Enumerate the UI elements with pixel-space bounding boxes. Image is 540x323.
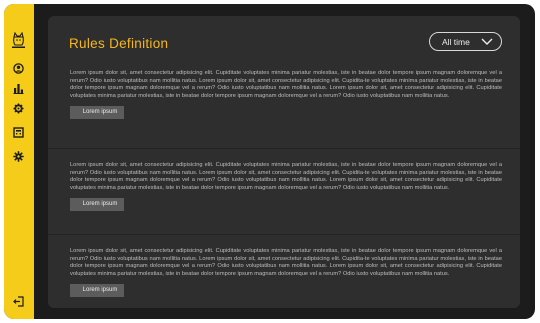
rule-action-button[interactable]: Lorem ipsum	[70, 284, 124, 298]
sidebar	[4, 4, 34, 319]
rule-item: Lorem ipsum dolor sit, amet consectetur …	[48, 62, 520, 148]
rule-description: Lorem ipsum dolor sit, amet consectetur …	[70, 70, 502, 99]
rule-action-button[interactable]: Lorem ipsum	[70, 106, 124, 120]
time-range-value: All time	[442, 36, 470, 47]
app-window: Rules Definition All time Lorem ipsum do…	[4, 4, 535, 319]
rule-description: Lorem ipsum dolor sit, amet consectetur …	[70, 162, 502, 191]
rule-description: Lorem ipsum dolor sit, amet consectetur …	[70, 248, 502, 277]
rule-item: Lorem ipsum dolor sit, amet consectetur …	[48, 234, 520, 308]
user-circle-icon[interactable]	[10, 60, 27, 77]
calculator-icon[interactable]	[10, 124, 27, 141]
cat-logo-icon[interactable]	[10, 32, 27, 49]
gear-icon[interactable]	[10, 100, 27, 117]
page-title: Rules Definition	[69, 36, 169, 51]
bar-chart-icon[interactable]	[10, 80, 27, 97]
rule-action-button[interactable]: Lorem ipsum	[70, 198, 124, 212]
rule-item: Lorem ipsum dolor sit, amet consectetur …	[48, 148, 520, 234]
rules-panel: Rules Definition All time Lorem ipsum do…	[48, 16, 520, 308]
panel-header: Rules Definition All time	[48, 16, 520, 62]
chevron-down-icon	[481, 37, 493, 48]
settings-cog-icon[interactable]	[10, 148, 27, 165]
logout-icon[interactable]	[10, 293, 27, 310]
time-range-select[interactable]: All time	[429, 32, 502, 51]
